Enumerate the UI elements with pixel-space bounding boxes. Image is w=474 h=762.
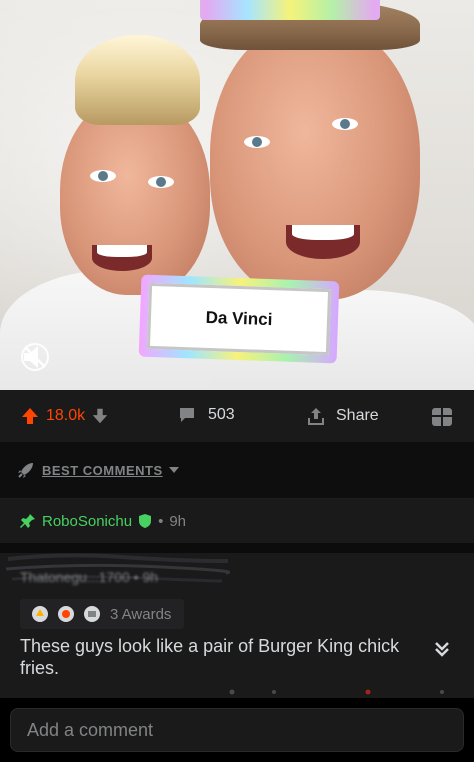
comments-count: 503 <box>208 406 235 423</box>
gift-award-icon[interactable] <box>430 404 454 428</box>
chevron-double-down-icon[interactable] <box>432 639 452 659</box>
award-helpful-icon <box>84 606 100 622</box>
comment-composer-bar <box>0 698 474 762</box>
share-button[interactable]: Share <box>306 406 379 426</box>
comment-actions-row-partial <box>229 689 444 695</box>
meta-separator: • <box>158 512 164 530</box>
sort-label[interactable]: BEST COMMENTS <box>42 463 163 478</box>
awards-badge[interactable]: 3 Awards <box>20 599 184 629</box>
award-wholesome-icon <box>58 606 74 622</box>
pinned-age: 9h <box>169 512 187 530</box>
pin-icon <box>20 514 35 528</box>
vote-score: 18.0k <box>46 407 86 424</box>
comment-card: Thatonegu...1700 • 9h 3 Awards These guy… <box>0 543 474 698</box>
comments-button[interactable]: 503 <box>178 406 235 424</box>
video-player[interactable]: Da Vinci <box>0 0 474 390</box>
vote-controls: 18.0k <box>20 406 109 426</box>
downvote-arrow-icon[interactable] <box>91 406 109 426</box>
filter-frame-top <box>200 0 380 20</box>
speaker-muted-icon[interactable] <box>20 342 50 372</box>
pinned-username[interactable]: RoboSonichu <box>42 513 132 530</box>
share-icon <box>308 408 324 425</box>
add-comment-input[interactable] <box>10 708 464 752</box>
chevron-down-icon <box>168 467 179 473</box>
moderator-shield-icon <box>139 514 152 528</box>
share-label: Share <box>336 407 379 424</box>
filter-name-text: Da Vinci <box>205 307 273 330</box>
award-rocket-like-icon <box>32 606 48 622</box>
upvote-arrow-icon[interactable] <box>20 406 40 426</box>
awards-count: 3 Awards <box>110 605 172 623</box>
comment-sort-row[interactable]: BEST COMMENTS <box>0 442 474 498</box>
post-action-bar: 18.0k 503 Share <box>0 390 474 442</box>
rocket-icon <box>18 463 33 478</box>
comment-body: These guys look like a pair of Burger Ki… <box>20 636 400 678</box>
comment-bubble-icon <box>180 408 194 422</box>
filter-name-card: Da Vinci <box>138 274 340 364</box>
pinned-comment-header[interactable]: RoboSonichu • 9h <box>0 499 474 543</box>
comment-author-line[interactable]: Thatonegu...1700 • 9h <box>20 569 158 585</box>
